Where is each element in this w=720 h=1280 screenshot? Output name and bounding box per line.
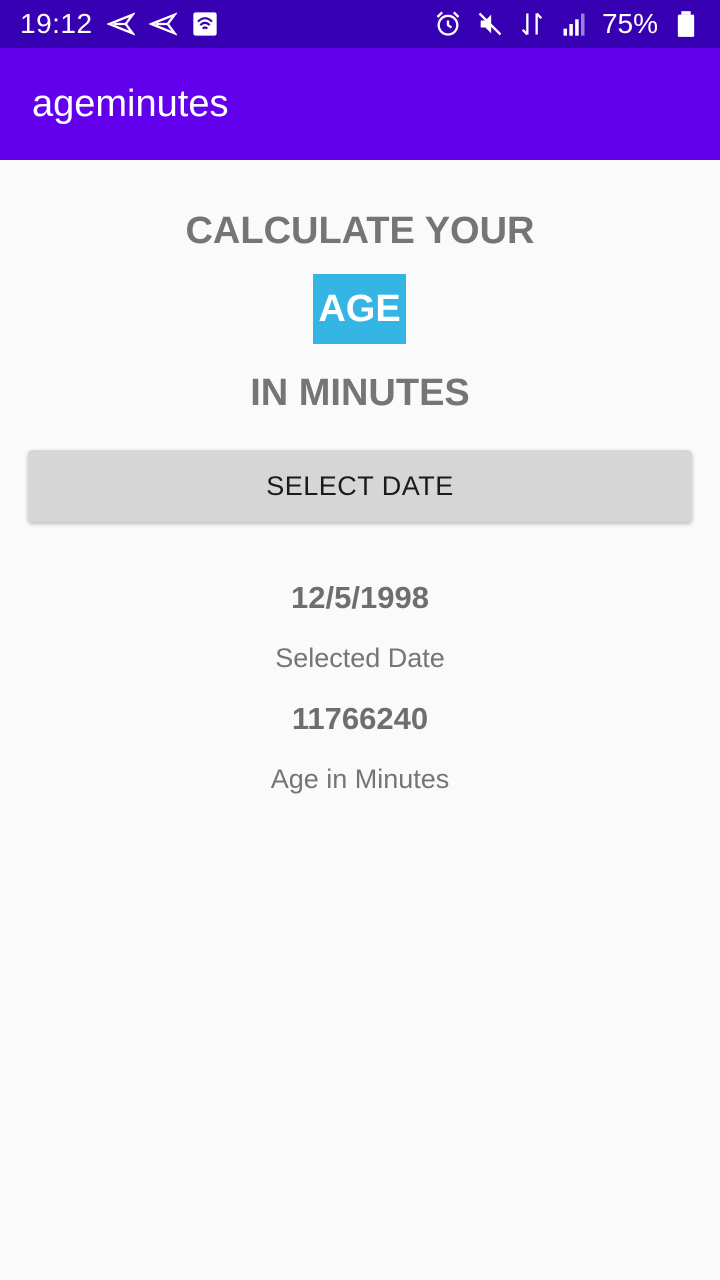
status-bar-left: 19:12	[20, 8, 219, 40]
app-bar: ageminutes	[0, 48, 720, 160]
photo-icon	[191, 10, 219, 38]
selected-date-value: 12/5/1998	[291, 580, 429, 615]
select-date-button[interactable]: SELECT DATE	[28, 450, 692, 522]
status-time: 19:12	[20, 8, 93, 39]
age-highlight: AGE	[313, 274, 406, 344]
send-icon	[148, 10, 177, 38]
signal-icon	[560, 10, 588, 38]
battery-percent: 75%	[601, 8, 658, 39]
data-icon	[518, 10, 546, 38]
mute-icon	[476, 10, 504, 38]
app-title: ageminutes	[32, 82, 229, 125]
age-in-minutes-value: 11766240	[291, 701, 429, 736]
selected-date-label: Selected Date	[275, 643, 445, 673]
heading-in-minutes: IN MINUTES	[250, 372, 470, 414]
heading-calculate-your: CALCULATE YOUR	[185, 210, 535, 252]
status-bar-right: 75%	[434, 8, 700, 40]
status-bar: 19:12 75%	[0, 0, 720, 48]
alarm-icon	[434, 10, 462, 38]
battery-icon	[672, 10, 700, 38]
send-icon	[106, 10, 135, 38]
age-in-minutes-label: Age in Minutes	[270, 764, 450, 794]
